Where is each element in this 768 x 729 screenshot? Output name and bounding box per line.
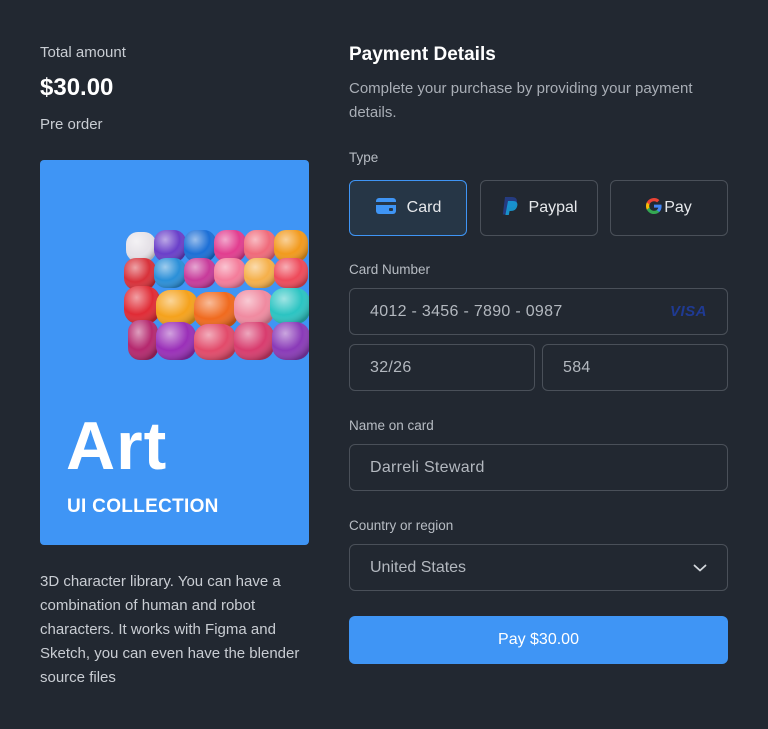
name-on-card-field[interactable] xyxy=(349,444,728,491)
name-on-card-input[interactable] xyxy=(370,458,707,477)
type-label: Type xyxy=(349,150,379,165)
card-number-label: Card Number xyxy=(349,262,431,277)
card-icon xyxy=(375,197,397,220)
country-select[interactable]: United States xyxy=(349,544,728,591)
product-description: 3D character library. You can have a com… xyxy=(40,573,300,686)
product-card: Art UI COLLECTION xyxy=(40,160,309,545)
order-status: Pre order xyxy=(40,116,103,133)
country-label: Country or region xyxy=(349,518,454,533)
product-subtitle: UI COLLECTION xyxy=(67,496,219,517)
chevron-down-icon xyxy=(693,559,707,577)
payment-type-gpay[interactable]: Pay xyxy=(610,180,728,236)
product-image xyxy=(124,230,309,360)
payment-type-label: Card xyxy=(406,199,442,216)
card-number-input[interactable] xyxy=(370,302,670,321)
card-number-field[interactable]: VISA xyxy=(349,288,728,335)
product-title: Art xyxy=(66,408,168,484)
payment-type-label: Paypal xyxy=(528,199,578,216)
total-amount-value: $30.00 xyxy=(40,74,114,101)
payment-type-label: Pay xyxy=(664,199,692,216)
cvc-field[interactable] xyxy=(542,344,728,391)
expiry-input[interactable] xyxy=(370,358,514,377)
payment-subtitle: Complete your purchase by providing your… xyxy=(349,80,693,121)
country-select-value: United States xyxy=(370,558,467,576)
payment-type-paypal[interactable]: Paypal xyxy=(480,180,598,236)
payment-type-card[interactable]: Card xyxy=(349,180,467,236)
expiry-field[interactable] xyxy=(349,344,535,391)
visa-icon: VISA xyxy=(669,303,707,320)
paypal-icon xyxy=(501,196,519,221)
pay-button[interactable]: Pay $30.00 xyxy=(349,616,728,664)
payment-title: Payment Details xyxy=(349,44,496,65)
name-on-card-label: Name on card xyxy=(349,418,434,433)
cvc-input[interactable] xyxy=(563,358,707,377)
google-g-icon xyxy=(646,197,662,219)
total-amount-label: Total amount xyxy=(40,44,126,61)
